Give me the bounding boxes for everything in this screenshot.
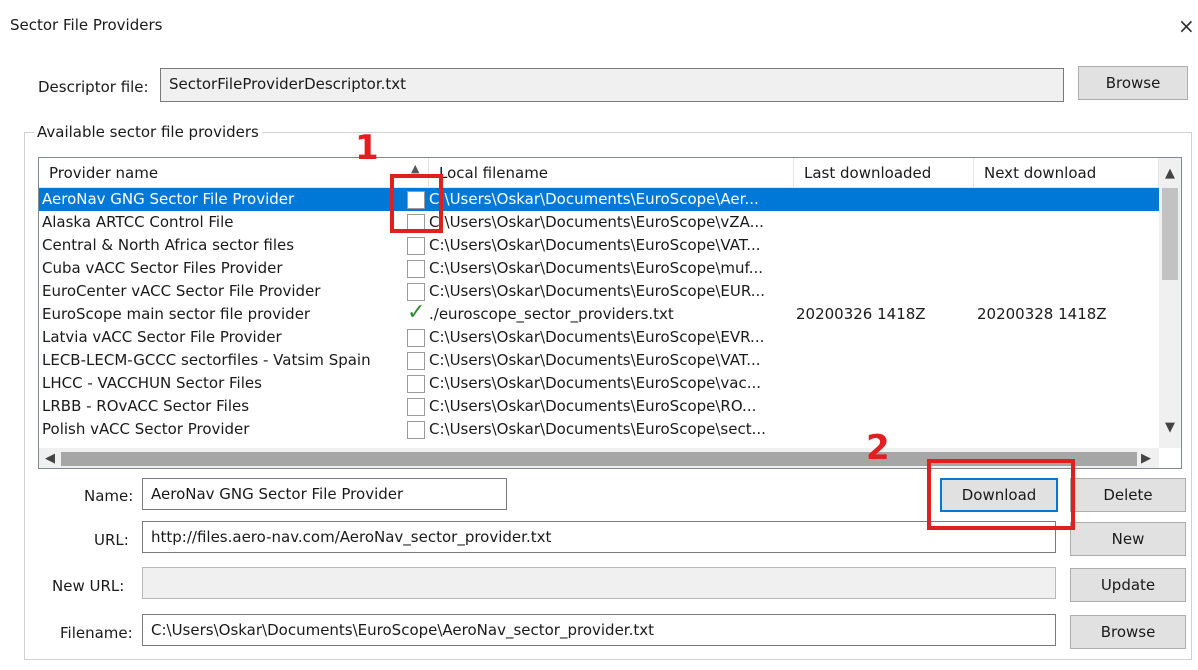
table-row[interactable]: EuroScope main sector file provider ✓ ./eu…: [39, 303, 1159, 326]
local-filename-cell: C:\Users\Oskar\Documents\EuroScope\vac..…: [429, 374, 762, 392]
local-filename-cell: C:\Users\Oskar\Documents\EuroScope\VAT..…: [429, 236, 761, 254]
browse-button[interactable]: Browse: [1070, 615, 1186, 649]
provider-name-cell: AeroNav GNG Sector File Provider: [42, 190, 295, 208]
table-row[interactable]: Central & North Africa sector files C:\Us…: [39, 234, 1159, 257]
provider-name-cell: Cuba vACC Sector Files Provider: [42, 259, 283, 277]
filename-label: Filename:: [60, 624, 133, 642]
url-label: URL:: [94, 531, 129, 549]
close-icon[interactable]: ×: [1178, 14, 1195, 38]
local-filename-cell: C:\Users\Oskar\Documents\EuroScope\VAT..…: [429, 351, 761, 369]
column-next-download[interactable]: Next download: [974, 158, 1159, 188]
local-filename-cell: C:\Users\Oskar\Documents\EuroScope\sect.…: [429, 420, 766, 438]
last-downloaded-cell: 20200326 1418Z: [796, 305, 926, 323]
local-filename-cell: C:\Users\Oskar\Documents\EuroScope\RO...: [429, 397, 757, 415]
row-checkbox[interactable]: [407, 421, 425, 439]
download-button[interactable]: Download: [940, 478, 1058, 512]
vertical-scroll-thumb[interactable]: [1162, 188, 1178, 280]
table-row[interactable]: AeroNav GNG Sector File Provider C:\Users…: [39, 188, 1159, 211]
name-label: Name:: [84, 487, 134, 505]
providers-group-title: Available sector file providers: [34, 123, 262, 141]
scroll-up-icon[interactable]: ▲: [1165, 166, 1175, 181]
row-checkbox[interactable]: [407, 352, 425, 370]
row-checkbox[interactable]: [407, 398, 425, 416]
column-last-downloaded[interactable]: Last downloaded: [794, 158, 974, 188]
provider-name-cell: Polish vACC Sector Provider: [42, 420, 250, 438]
horizontal-scroll-thumb[interactable]: [61, 452, 1137, 466]
local-filename-cell: C:\Users\Oskar\Documents\EuroScope\Aer..…: [429, 190, 759, 208]
column-local-filename[interactable]: Local filename: [429, 158, 794, 188]
local-filename-cell: C:\Users\Oskar\Documents\EuroScope\muf..…: [429, 259, 764, 277]
annotation-number-two: 2: [866, 428, 890, 468]
row-checkbox[interactable]: [407, 375, 425, 393]
provider-name-cell: EuroCenter vACC Sector File Provider: [42, 282, 321, 300]
window-title: Sector File Providers: [10, 16, 163, 34]
scroll-down-icon[interactable]: ▼: [1165, 420, 1175, 435]
checkmark-icon[interactable]: ✓: [407, 304, 425, 322]
local-filename-cell: C:\Users\Oskar\Documents\EuroScope\EVR..…: [429, 328, 765, 346]
table-row[interactable]: LRBB - ROvACC Sector Files C:\Users\Oskar…: [39, 395, 1159, 418]
scroll-left-icon[interactable]: ◀: [45, 451, 55, 466]
url-field[interactable]: http://files.aero-nav.com/AeroNav_sector…: [142, 521, 1056, 553]
update-button[interactable]: Update: [1070, 568, 1186, 602]
filename-field[interactable]: C:\Users\Oskar\Documents\EuroScope\AeroN…: [142, 614, 1056, 646]
provider-name-cell: LRBB - ROvACC Sector Files: [42, 397, 250, 415]
horizontal-scrollbar[interactable]: ◀ ▶: [39, 448, 1159, 468]
provider-name-cell: Central & North Africa sector files: [42, 236, 295, 254]
local-filename-cell: ./euroscope_sector_providers.txt: [429, 305, 674, 323]
row-checkbox[interactable]: [407, 260, 425, 278]
annotation-number-one: 1: [355, 128, 379, 168]
row-checkbox[interactable]: [407, 283, 425, 301]
table-row[interactable]: EuroCenter vACC Sector File Provider C:\U…: [39, 280, 1159, 303]
descriptor-field[interactable]: SectorFileProviderDescriptor.txt: [160, 68, 1064, 102]
descriptor-label: Descriptor file:: [38, 78, 149, 96]
delete-button[interactable]: Delete: [1070, 478, 1186, 512]
new-button[interactable]: New: [1070, 522, 1186, 556]
new-url-field[interactable]: [142, 567, 1056, 599]
row-checkbox[interactable]: [407, 214, 425, 232]
new-url-label: New URL:: [52, 577, 125, 595]
next-download-cell: 20200328 1418Z: [977, 305, 1107, 323]
scroll-right-icon[interactable]: ▶: [1141, 451, 1151, 466]
list-rows: AeroNav GNG Sector File Provider C:\Users…: [39, 188, 1159, 441]
row-checkbox[interactable]: [407, 329, 425, 347]
table-row[interactable]: LHCC - VACCHUN Sector Files C:\Users\Oska…: [39, 372, 1159, 395]
providers-list[interactable]: Provider name ▲ Local filename Last down…: [38, 157, 1182, 469]
title-bar: Sector File Providers ×: [0, 0, 1198, 44]
table-row[interactable]: Polish vACC Sector Provider C:\Users\Oska…: [39, 418, 1159, 441]
provider-name-cell: LHCC - VACCHUN Sector Files: [42, 374, 262, 392]
row-checkbox[interactable]: [407, 237, 425, 255]
table-row[interactable]: Cuba vACC Sector Files Provider C:\Users\…: [39, 257, 1159, 280]
table-row[interactable]: LECB-LECM-GCCC sectorfiles - Vatsim Spai…: [39, 349, 1159, 372]
provider-name-cell: Alaska ARTCC Control File: [42, 213, 234, 231]
provider-name-cell: Latvia vACC Sector File Provider: [42, 328, 282, 346]
table-row[interactable]: Alaska ARTCC Control File C:\Users\Oskar\…: [39, 211, 1159, 234]
provider-name-cell: LECB-LECM-GCCC sectorfiles - Vatsim Spai…: [42, 351, 371, 369]
provider-name-cell: EuroScope main sector file provider: [42, 305, 311, 323]
name-field[interactable]: AeroNav GNG Sector File Provider: [142, 478, 507, 510]
local-filename-cell: C:\Users\Oskar\Documents\EuroScope\EUR..…: [429, 282, 766, 300]
row-checkbox[interactable]: [407, 191, 425, 209]
list-header: Provider name ▲ Local filename Last down…: [39, 158, 1159, 188]
table-row[interactable]: Latvia vACC Sector File Provider C:\Users…: [39, 326, 1159, 349]
descriptor-browse-button[interactable]: Browse: [1078, 66, 1188, 100]
sort-arrow-icon: ▲: [411, 162, 420, 175]
vertical-scrollbar[interactable]: ▲ ▼: [1159, 158, 1181, 448]
local-filename-cell: C:\Users\Oskar\Documents\EuroScope\vZA..…: [429, 213, 764, 231]
